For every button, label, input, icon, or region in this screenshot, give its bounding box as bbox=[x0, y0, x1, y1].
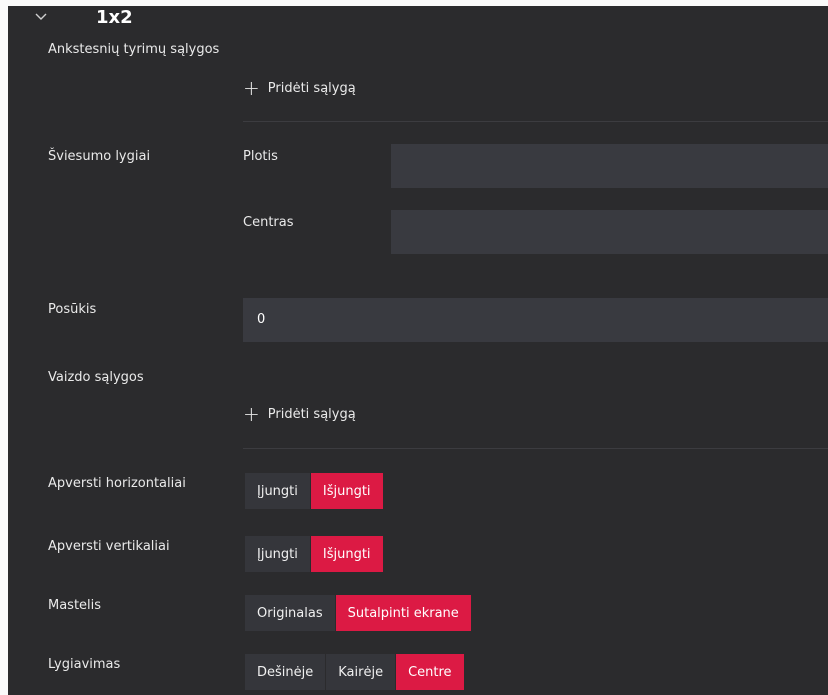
add-prev-condition-button[interactable]: + Pridėti sąlygą bbox=[243, 78, 356, 98]
image-conditions-label: Vaizdo sąlygos bbox=[48, 370, 144, 385]
flip-horizontal-toggle: Įjungti Išjungti bbox=[245, 473, 384, 509]
plus-icon: + bbox=[243, 402, 260, 426]
align-left-button[interactable]: Kairėje bbox=[326, 654, 397, 690]
scale-original-button[interactable]: Originalas bbox=[245, 595, 336, 631]
add-image-condition-button[interactable]: + Pridėti sąlygą bbox=[243, 404, 356, 424]
flip-vertical-toggle: Įjungti Išjungti bbox=[245, 536, 384, 572]
chevron-down-icon[interactable] bbox=[35, 10, 47, 25]
flip-vertical-on-button[interactable]: Įjungti bbox=[245, 536, 311, 572]
center-input[interactable] bbox=[391, 210, 828, 254]
divider bbox=[243, 448, 828, 449]
align-center-button[interactable]: Centre bbox=[396, 654, 465, 690]
center-label: Centras bbox=[243, 215, 294, 230]
flip-horizontal-on-button[interactable]: Įjungti bbox=[245, 473, 311, 509]
scale-fit-button[interactable]: Sutalpinti ekrane bbox=[335, 595, 472, 631]
width-label: Plotis bbox=[243, 149, 278, 164]
scale-label: Mastelis bbox=[48, 598, 102, 613]
flip-horizontal-off-button[interactable]: Išjungti bbox=[310, 473, 384, 509]
align-label: Lygiavimas bbox=[48, 657, 121, 672]
flip-vertical-label: Apversti vertikaliai bbox=[48, 539, 170, 554]
divider bbox=[243, 121, 828, 122]
panel-title: 1x2 bbox=[96, 7, 133, 28]
width-input[interactable] bbox=[391, 144, 828, 188]
add-image-condition-label: Pridėti sąlygą bbox=[267, 406, 356, 422]
scale-toggle: Originalas Sutalpinti ekrane bbox=[245, 595, 472, 631]
align-toggle: Dešinėje Kairėje Centre bbox=[245, 654, 465, 690]
light-levels-label: Šviesumo lygiai bbox=[48, 149, 151, 164]
plus-icon: + bbox=[243, 76, 260, 100]
flip-horizontal-label: Apversti horizontaliai bbox=[48, 476, 186, 491]
align-right-button[interactable]: Dešinėje bbox=[245, 654, 327, 690]
flip-vertical-off-button[interactable]: Išjungti bbox=[310, 536, 384, 572]
rotation-label: Posūkis bbox=[48, 302, 97, 317]
rotation-value: 0 bbox=[257, 312, 266, 327]
prev-conditions-label: Ankstesnių tyrimų sąlygos bbox=[48, 42, 220, 57]
rotation-input[interactable]: 0 bbox=[243, 298, 828, 342]
settings-panel: 1x2 Ankstesnių tyrimų sąlygos + Pridėti … bbox=[0, 0, 828, 695]
add-prev-condition-label: Pridėti sąlygą bbox=[267, 80, 356, 96]
